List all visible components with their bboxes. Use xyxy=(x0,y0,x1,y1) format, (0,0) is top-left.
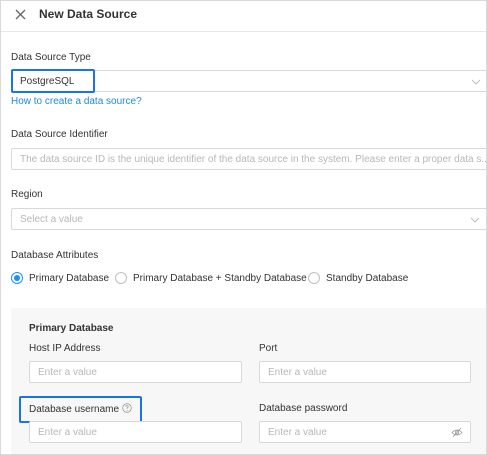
host-ip-label: Host IP Address xyxy=(29,343,101,354)
identifier-input[interactable]: The data source ID is the unique identif… xyxy=(11,148,486,170)
panel-header: New Data Source xyxy=(1,1,486,32)
data-source-type-label: Data Source Type xyxy=(11,52,91,63)
help-link-create-data-source[interactable]: How to create a data source? xyxy=(11,96,142,107)
region-label: Region xyxy=(11,189,43,200)
close-icon[interactable] xyxy=(13,7,29,23)
region-select[interactable]: Select a value xyxy=(11,208,486,230)
username-placeholder: Enter a value xyxy=(38,427,97,438)
chevron-down-icon xyxy=(470,217,480,223)
eye-off-icon[interactable] xyxy=(451,427,463,438)
database-username-label-text: Database username xyxy=(29,404,120,415)
data-source-type-select[interactable]: PostgreSQL xyxy=(11,70,486,92)
radio-label: Primary Database xyxy=(29,273,110,284)
primary-database-section: Primary Database Host IP Address Enter a… xyxy=(11,308,486,454)
chevron-down-icon xyxy=(471,79,481,85)
database-password-input[interactable]: Enter a value xyxy=(259,421,471,443)
database-username-input[interactable]: Enter a value xyxy=(29,421,242,443)
host-ip-input[interactable]: Enter a value xyxy=(29,361,242,383)
port-input[interactable]: Enter a value xyxy=(259,361,471,383)
region-placeholder: Select a value xyxy=(20,214,83,225)
radio-button xyxy=(308,272,320,284)
data-source-type-value: PostgreSQL xyxy=(20,76,75,87)
radio-label: Primary Database + Standby Database xyxy=(133,273,307,284)
page-title: New Data Source xyxy=(39,7,138,21)
database-attributes-label: Database Attributes xyxy=(11,250,99,261)
identifier-placeholder: The data source ID is the unique identif… xyxy=(20,154,486,165)
section-title: Primary Database xyxy=(29,323,114,334)
port-placeholder: Enter a value xyxy=(268,367,327,378)
radio-button-selected xyxy=(11,272,23,284)
password-placeholder: Enter a value xyxy=(268,427,327,438)
database-username-label: Database username xyxy=(29,403,132,415)
database-password-label: Database password xyxy=(259,403,348,414)
host-ip-placeholder: Enter a value xyxy=(38,367,97,378)
port-label: Port xyxy=(259,343,278,354)
radio-button xyxy=(115,272,127,284)
help-icon[interactable] xyxy=(122,403,132,413)
new-data-source-panel: New Data Source Data Source Type Postgre… xyxy=(0,0,487,455)
identifier-label: Data Source Identifier xyxy=(11,129,108,140)
radio-label: Standby Database xyxy=(326,273,409,284)
